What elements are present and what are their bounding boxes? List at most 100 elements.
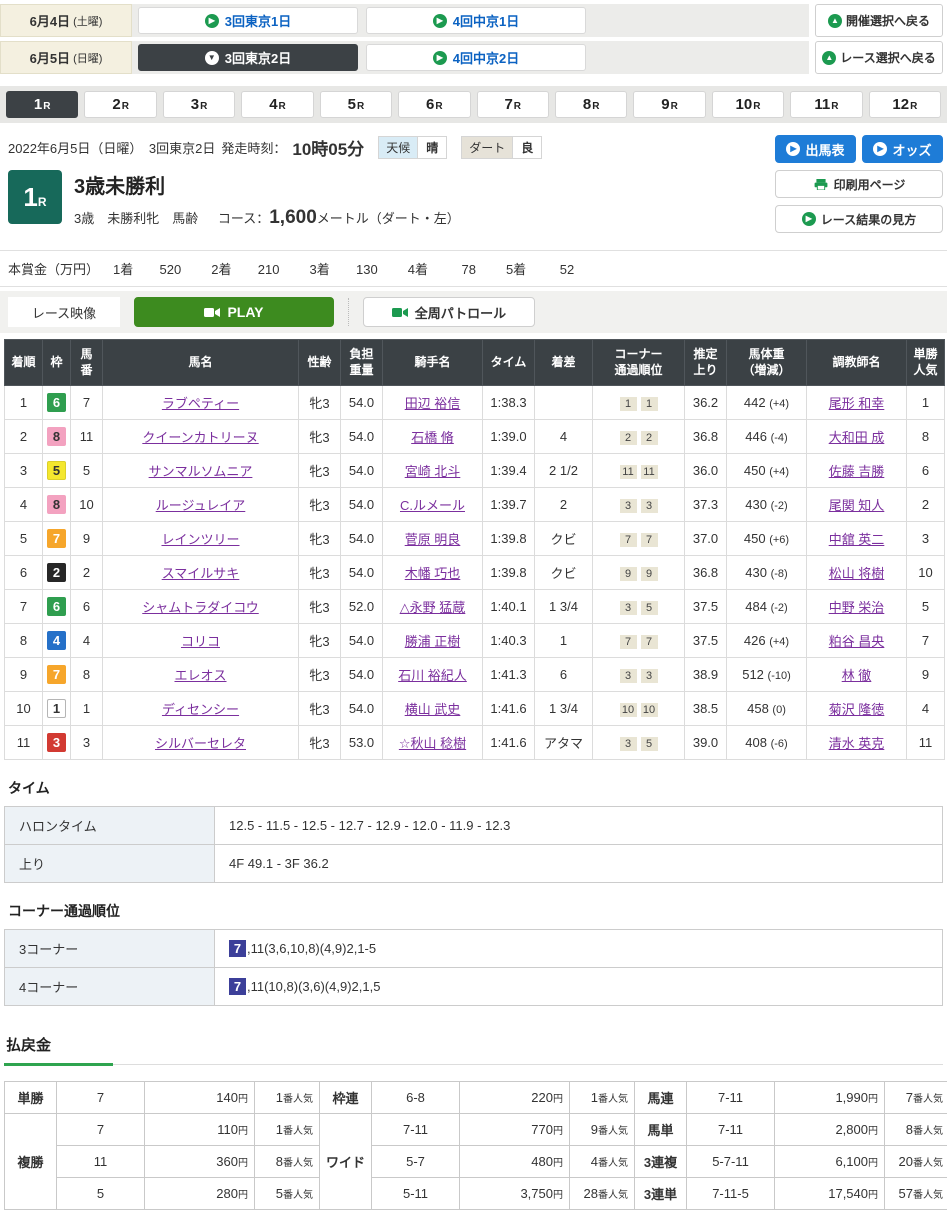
corner-position-box: 11 bbox=[641, 465, 658, 479]
entry-list-button[interactable]: ▶ 出馬表 bbox=[775, 135, 856, 163]
tab-race-11r[interactable]: 11R bbox=[790, 91, 862, 118]
jockey-name-link[interactable]: 菅原 明良 bbox=[405, 532, 461, 547]
horse-name-link[interactable]: ディセンシー bbox=[162, 702, 239, 717]
tab-race-1r[interactable]: 1R bbox=[6, 91, 78, 118]
payout-pop: 1番人気 bbox=[570, 1082, 635, 1114]
horse-name-link[interactable]: エレオス bbox=[174, 668, 226, 683]
jockey-name-link[interactable]: 勝浦 正樹 bbox=[405, 634, 461, 649]
payout-bet-type: 枠連 bbox=[320, 1082, 372, 1114]
meeting-button-tokyo-day2-selected[interactable]: ▼ 3回東京2日 bbox=[138, 44, 358, 71]
cell-finish-position: 10 bbox=[5, 692, 43, 726]
jockey-name-link[interactable]: 石橋 脩 bbox=[411, 430, 454, 445]
furlong-time-label: ハロンタイム bbox=[5, 807, 215, 845]
horse-name-link[interactable]: シルバーセレタ bbox=[155, 736, 246, 751]
meeting-button-chukyo-day1[interactable]: ▶ 4回中京1日 bbox=[366, 7, 586, 34]
body-weight: 450 bbox=[744, 463, 769, 478]
arrow-circle-icon: ▶ bbox=[786, 142, 800, 156]
payout-amount: 220円 bbox=[460, 1082, 570, 1114]
cell-carried-weight: 54.0 bbox=[341, 624, 383, 658]
corner-position-box: 10 bbox=[641, 703, 658, 717]
cell-horse-number: 5 bbox=[71, 454, 103, 488]
print-page-button[interactable]: 印刷用ページ bbox=[775, 170, 943, 198]
jockey-name-link[interactable]: △永野 猛蔵 bbox=[400, 600, 466, 615]
jockey-name-link[interactable]: 石川 裕紀人 bbox=[398, 668, 467, 683]
cell-carried-weight: 53.0 bbox=[341, 726, 383, 760]
trainer-name-link[interactable]: 尾関 知人 bbox=[829, 498, 885, 513]
tab-race-7r[interactable]: 7R bbox=[477, 91, 549, 118]
corner-position-box: 9 bbox=[641, 567, 658, 581]
body-weight: 430 bbox=[745, 565, 770, 580]
trainer-name-link[interactable]: 林 徹 bbox=[842, 668, 872, 683]
video-camera-icon bbox=[392, 307, 408, 318]
results-guide-button[interactable]: ▶ レース結果の見方 bbox=[775, 205, 943, 233]
horse-name-link[interactable]: ラブペティー bbox=[162, 396, 239, 411]
arrow-circle-icon: ▶ bbox=[433, 14, 447, 28]
trainer-name-link[interactable]: 大和田 成 bbox=[829, 430, 885, 445]
meeting-buttons: ▶ 3回東京1日 ▶ 4回中京1日 bbox=[132, 4, 809, 37]
horse-name-link[interactable]: レインツリー bbox=[161, 532, 239, 547]
meeting-button-chukyo-day2[interactable]: ▶ 4回中京2日 bbox=[366, 44, 586, 71]
trainer-name-link[interactable]: 菊沢 隆徳 bbox=[829, 702, 885, 717]
cell-horse-number: 10 bbox=[71, 488, 103, 522]
time-heading: タイム bbox=[8, 778, 939, 798]
cell-estimated-agari: 39.0 bbox=[685, 726, 727, 760]
payout-section: 単勝7140円1番人気枠連6-8220円1番人気馬連7-111,990円7番人気… bbox=[0, 1065, 947, 1218]
back-to-race-select-button[interactable]: ▲ レース選択へ戻る bbox=[815, 41, 943, 74]
cell-carried-weight: 54.0 bbox=[341, 556, 383, 590]
result-row: 1011ディセンシー牝354.0横山 武史1:41.61 3/4101038.5… bbox=[5, 692, 945, 726]
tab-race-6r[interactable]: 6R bbox=[398, 91, 470, 118]
cell-finish-position: 1 bbox=[5, 386, 43, 420]
trainer-name-link[interactable]: 松山 将樹 bbox=[829, 566, 885, 581]
odds-button[interactable]: ▶ オッズ bbox=[862, 135, 943, 163]
cell-frame: 6 bbox=[43, 590, 71, 624]
tab-race-9r[interactable]: 9R bbox=[633, 91, 705, 118]
cell-margin: 1 3/4 bbox=[535, 692, 593, 726]
trainer-name-link[interactable]: 粕谷 昌央 bbox=[829, 634, 885, 649]
horse-name-link[interactable]: ルージュレイア bbox=[156, 498, 246, 513]
payout-tbody: 単勝7140円1番人気枠連6-8220円1番人気馬連7-111,990円7番人気… bbox=[5, 1082, 947, 1210]
body-weight-diff: (-2) bbox=[771, 602, 788, 614]
frame-number-badge: 8 bbox=[47, 495, 66, 514]
jockey-name-link[interactable]: 横山 武史 bbox=[405, 702, 461, 717]
corner-position-box: 5 bbox=[641, 601, 658, 615]
trainer-name-link[interactable]: 尾形 和幸 bbox=[829, 396, 885, 411]
track-condition-badge: ダート 良 bbox=[461, 136, 542, 159]
back-to-meeting-select-button[interactable]: ▲ 開催選択へ戻る bbox=[815, 4, 943, 37]
jockey-name-link[interactable]: 田辺 裕信 bbox=[405, 396, 461, 411]
tab-race-8r[interactable]: 8R bbox=[555, 91, 627, 118]
payout-combo: 5-7-11 bbox=[687, 1146, 775, 1178]
yen-unit: 円 bbox=[238, 1158, 248, 1169]
odds-label: オッズ bbox=[892, 140, 931, 159]
jockey-name-link[interactable]: ☆秋山 稔樹 bbox=[399, 736, 466, 751]
jockey-name-link[interactable]: C.ルメール bbox=[400, 498, 465, 513]
corner-position-box: 11 bbox=[620, 465, 637, 479]
horse-name-link[interactable]: コリコ bbox=[181, 634, 220, 649]
jockey-name-link[interactable]: 木幡 巧也 bbox=[405, 566, 461, 581]
popularity-unit: 番人気 bbox=[283, 1158, 313, 1169]
meeting-button-tokyo-day1[interactable]: ▶ 3回東京1日 bbox=[138, 7, 358, 34]
tab-race-12r[interactable]: 12R bbox=[869, 91, 941, 118]
play-video-button[interactable]: PLAY bbox=[134, 297, 334, 327]
trainer-name-link[interactable]: 清水 英克 bbox=[829, 736, 885, 751]
tab-race-4r[interactable]: 4R bbox=[241, 91, 313, 118]
body-weight-diff: (+6) bbox=[769, 534, 789, 546]
cell-estimated-agari: 36.8 bbox=[685, 556, 727, 590]
cell-finish-position: 3 bbox=[5, 454, 43, 488]
tab-race-2r[interactable]: 2R bbox=[84, 91, 156, 118]
jockey-name-link[interactable]: 宮崎 北斗 bbox=[405, 464, 461, 479]
popularity-unit: 番人気 bbox=[913, 1094, 943, 1105]
payout-pop: 4番人気 bbox=[570, 1146, 635, 1178]
horse-name-link[interactable]: シャムトラダイコウ bbox=[142, 600, 258, 615]
trainer-name-link[interactable]: 中野 栄治 bbox=[829, 600, 885, 615]
patrol-video-button[interactable]: 全周パトロール bbox=[363, 297, 535, 327]
horse-name-link[interactable]: クイーンカトリーヌ bbox=[142, 430, 258, 445]
trainer-name-link[interactable]: 佐藤 吉勝 bbox=[829, 464, 885, 479]
tab-race-10r[interactable]: 10R bbox=[712, 91, 784, 118]
tab-race-3r[interactable]: 3R bbox=[163, 91, 235, 118]
trainer-name-link[interactable]: 中舘 英二 bbox=[829, 532, 885, 547]
cell-win-popularity: 7 bbox=[907, 624, 945, 658]
tab-race-5r[interactable]: 5R bbox=[320, 91, 392, 118]
horse-name-link[interactable]: スマイルサキ bbox=[162, 566, 240, 581]
horse-name-link[interactable]: サンマルソムニア bbox=[149, 464, 253, 479]
cell-body-weight: 430 (-2) bbox=[727, 488, 807, 522]
